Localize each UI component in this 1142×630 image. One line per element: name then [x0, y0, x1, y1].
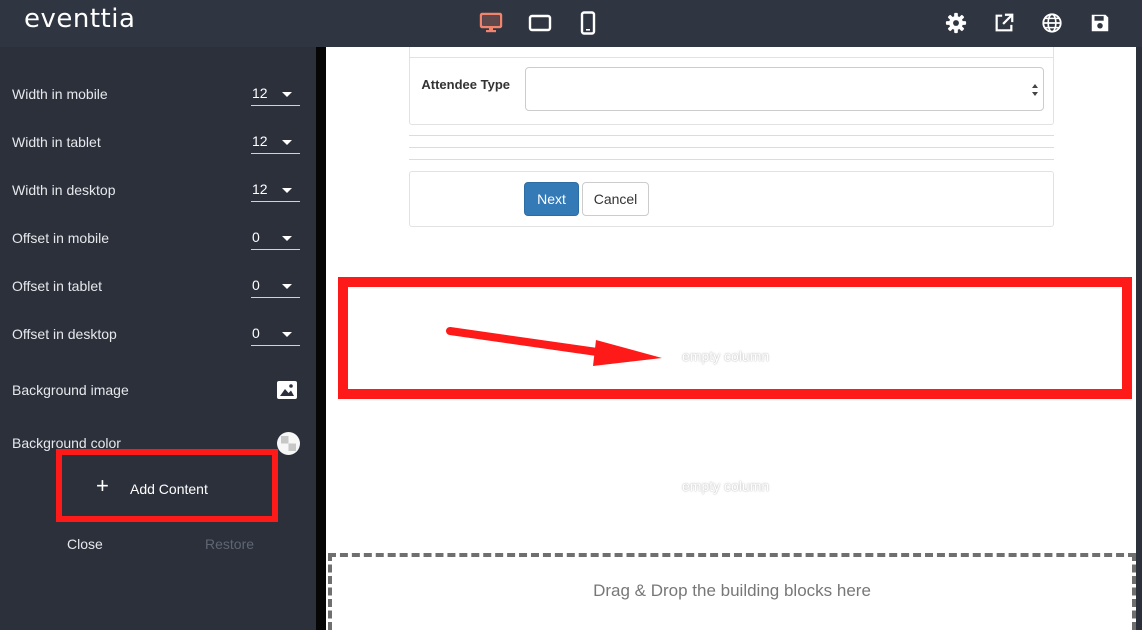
next-button[interactable]: Next — [524, 182, 579, 216]
empty-column-placeholder: empty column — [682, 478, 770, 494]
chevron-down-icon — [282, 236, 292, 241]
width-desktop-select[interactable]: 12 — [251, 178, 300, 202]
color-picker-icon[interactable] — [277, 432, 300, 455]
width-tablet-value: 12 — [252, 133, 268, 149]
panel-divider-line — [410, 57, 1053, 58]
add-content-label: Add Content — [130, 481, 208, 497]
close-button[interactable]: Close — [67, 536, 103, 552]
width-mobile-value: 12 — [252, 85, 268, 101]
mobile-icon[interactable] — [576, 11, 600, 35]
cancel-button[interactable]: Cancel — [582, 182, 649, 216]
width-tablet-row: Width in tablet 12 — [12, 130, 300, 154]
offset-mobile-value: 0 — [252, 229, 260, 245]
chevron-down-icon — [282, 332, 292, 337]
offset-tablet-label: Offset in tablet — [12, 278, 103, 294]
desktop-icon[interactable] — [479, 11, 503, 35]
page-canvas: Attendee Type Next Cancel empty column e… — [326, 47, 1142, 630]
offset-mobile-row: Offset in mobile 0 — [12, 226, 300, 250]
width-desktop-value: 12 — [252, 181, 268, 197]
empty-column-placeholder: empty column — [682, 348, 770, 364]
width-tablet-select[interactable]: 12 — [251, 130, 300, 154]
separator-line — [409, 147, 1054, 148]
drop-zone[interactable]: Drag & Drop the building blocks here — [328, 553, 1136, 630]
plus-icon: + — [96, 473, 109, 498]
offset-mobile-select[interactable]: 0 — [251, 226, 300, 250]
gear-icon[interactable] — [944, 11, 968, 35]
chevron-down-icon — [282, 188, 292, 193]
offset-mobile-label: Offset in mobile — [12, 230, 110, 246]
width-desktop-row: Width in desktop 12 — [12, 178, 300, 202]
attendee-type-label: Attendee Type — [421, 77, 510, 92]
panel-divider — [316, 47, 326, 630]
separator-line — [409, 159, 1054, 160]
background-image-label: Background image — [12, 382, 129, 398]
column-settings-sidebar: Width in mobile 12 Width in tablet 12 Wi… — [0, 47, 316, 630]
restore-button: Restore — [205, 536, 255, 552]
select-arrows-icon — [1032, 84, 1038, 96]
external-link-icon[interactable] — [992, 11, 1016, 35]
offset-tablet-row: Offset in tablet 0 — [12, 274, 300, 298]
add-content-button[interactable]: + Add Content — [56, 449, 278, 522]
save-icon[interactable] — [1088, 11, 1112, 35]
offset-desktop-select[interactable]: 0 — [251, 322, 300, 346]
separator-line — [409, 135, 1054, 136]
form-actions-panel: Next Cancel — [409, 171, 1054, 227]
chevron-down-icon — [282, 284, 292, 289]
chevron-down-icon — [282, 140, 292, 145]
chevron-down-icon — [282, 92, 292, 97]
offset-tablet-select[interactable]: 0 — [251, 274, 300, 298]
drop-zone-text: Drag & Drop the building blocks here — [593, 581, 871, 600]
width-mobile-label: Width in mobile — [12, 86, 108, 102]
offset-desktop-value: 0 — [252, 325, 260, 341]
offset-tablet-value: 0 — [252, 277, 260, 293]
eventtia-logo: eventtia — [24, 4, 136, 34]
offset-desktop-label: Offset in desktop — [12, 326, 117, 342]
globe-icon[interactable] — [1040, 11, 1064, 35]
attendee-type-select[interactable] — [525, 67, 1044, 111]
arrow-annotation-icon — [446, 327, 662, 366]
width-mobile-row: Width in mobile 12 — [12, 82, 300, 106]
background-image-row: Background image — [12, 378, 300, 402]
width-tablet-label: Width in tablet — [12, 134, 101, 150]
offset-desktop-row: Offset in desktop 0 — [12, 322, 300, 346]
width-mobile-select[interactable]: 12 — [251, 82, 300, 106]
top-toolbar: eventtia — [0, 0, 1142, 47]
image-icon[interactable] — [277, 381, 297, 399]
canvas-scroll-edge — [1136, 47, 1142, 630]
tablet-icon[interactable] — [528, 11, 552, 35]
width-desktop-label: Width in desktop — [12, 182, 116, 198]
attendee-type-panel: Attendee Type — [409, 47, 1054, 125]
